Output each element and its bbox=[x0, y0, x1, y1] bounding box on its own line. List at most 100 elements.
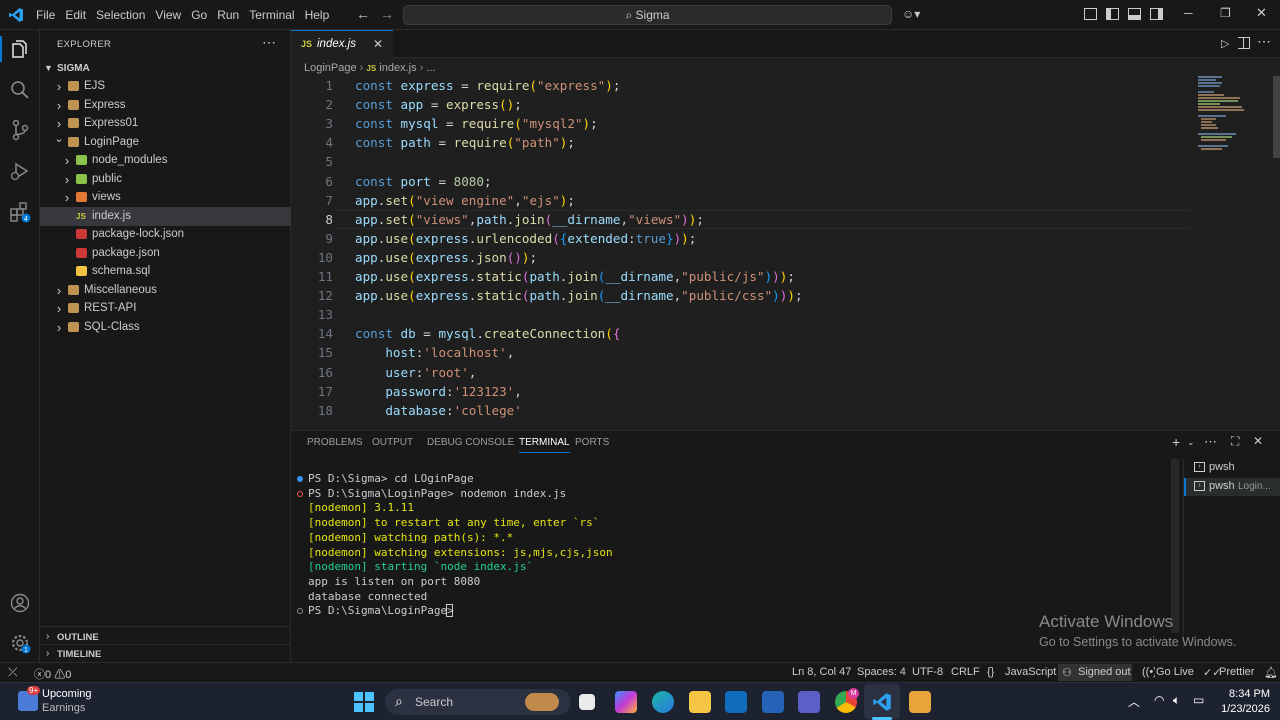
battery-icon[interactable]: ▭ bbox=[1193, 693, 1204, 707]
tab-index-js[interactable]: JS index.js ✕ bbox=[291, 30, 393, 58]
panel-tab[interactable]: OUTPUT bbox=[372, 437, 413, 448]
terminal-list-item-active[interactable]: › pwsh Login... bbox=[1184, 478, 1280, 496]
close-tab-icon[interactable]: ✕ bbox=[373, 37, 383, 51]
menu-item[interactable]: Go bbox=[186, 0, 212, 30]
command-decoration-icon[interactable] bbox=[297, 490, 303, 497]
forward-arrow-icon[interactable]: → bbox=[380, 6, 394, 22]
toggle-secondary-sidebar-icon[interactable] bbox=[1150, 8, 1163, 20]
code-line[interactable]: user:'root', bbox=[355, 365, 476, 380]
terminal-list-item[interactable]: › pwsh bbox=[1192, 460, 1280, 478]
teams-icon[interactable] bbox=[798, 691, 820, 713]
windows-start-icon[interactable] bbox=[354, 692, 374, 712]
cursor-position[interactable]: Ln 8, Col 47 bbox=[792, 666, 851, 678]
tree-item[interactable]: ⌄ LoginPage bbox=[40, 133, 291, 152]
code-line[interactable]: app.set("view engine","ejs"); bbox=[355, 193, 575, 208]
outlook-icon[interactable] bbox=[725, 691, 747, 713]
clock-date[interactable]: 1/23/2026 bbox=[1212, 703, 1270, 715]
close-panel-icon[interactable]: ✕ bbox=[1253, 434, 1263, 448]
menu-item[interactable]: Help bbox=[300, 0, 335, 30]
code-line[interactable]: host:'localhost', bbox=[355, 345, 514, 360]
extensions-icon[interactable]: 4 bbox=[9, 201, 31, 226]
tree-item[interactable]: package.json bbox=[40, 244, 291, 263]
breadcrumb-file[interactable]: index.js bbox=[379, 62, 416, 74]
breadcrumb-folder[interactable]: LoginPage bbox=[304, 62, 357, 74]
chevron-down-icon[interactable]: ⌄ bbox=[1187, 437, 1195, 448]
more-actions-icon[interactable]: ⋯ bbox=[262, 34, 276, 51]
code-line[interactable]: app.use(express.static(path.join(__dirna… bbox=[355, 288, 803, 303]
tree-item[interactable]: › node_modules bbox=[40, 151, 291, 170]
tree-item[interactable]: › public bbox=[40, 170, 291, 189]
tree-item[interactable]: › REST-API bbox=[40, 299, 291, 318]
search-sidebar-icon[interactable] bbox=[10, 80, 30, 103]
tree-item[interactable]: JS index.js bbox=[40, 206, 291, 226]
encoding[interactable]: UTF-8 bbox=[912, 666, 943, 678]
code-line[interactable]: const mysql = require("mysql2"); bbox=[355, 116, 598, 131]
copilot-icon[interactable]: ☺▾ bbox=[902, 7, 920, 21]
code-line[interactable]: app.use(express.json()); bbox=[355, 250, 537, 265]
vscode-taskbar-button[interactable] bbox=[864, 684, 900, 719]
split-editor-icon[interactable] bbox=[1238, 37, 1250, 49]
tree-item[interactable]: › EJS bbox=[40, 77, 291, 96]
media-player-icon[interactable] bbox=[909, 691, 931, 713]
terminal-scrollbar[interactable] bbox=[1171, 459, 1179, 633]
minimap[interactable] bbox=[1196, 74, 1266, 156]
code-line[interactable]: app.set("views",path.join(__dirname,"vie… bbox=[355, 212, 704, 227]
new-terminal-icon[interactable]: + bbox=[1172, 434, 1180, 450]
breadcrumb-more[interactable]: ... bbox=[426, 62, 435, 74]
edge-icon[interactable] bbox=[652, 691, 674, 713]
code-line[interactable]: const port = 8080; bbox=[355, 174, 492, 189]
tree-item[interactable]: package-lock.json bbox=[40, 225, 291, 244]
close-window-icon[interactable]: ✕ bbox=[1256, 5, 1267, 21]
code-line[interactable]: app.use(express.static(path.join(__dirna… bbox=[355, 269, 795, 284]
toggle-sidebar-icon[interactable] bbox=[1106, 8, 1119, 20]
store-icon[interactable] bbox=[762, 691, 784, 713]
file-explorer-icon[interactable] bbox=[689, 691, 711, 713]
panel-tab[interactable]: PORTS bbox=[575, 437, 609, 448]
command-decoration-icon[interactable] bbox=[297, 608, 303, 615]
notifications-bell-icon[interactable]: 🔔︎ bbox=[1264, 666, 1278, 679]
command-center-search[interactable]: ⌕ Sigma bbox=[403, 5, 892, 25]
timeline-section[interactable]: › TIMELINE bbox=[44, 648, 284, 662]
restore-icon[interactable]: ❐ bbox=[1220, 6, 1231, 20]
editor-scrollbar[interactable] bbox=[1273, 76, 1280, 158]
tree-item[interactable]: › SQL-Class bbox=[40, 318, 291, 337]
layout-icon[interactable] bbox=[1084, 8, 1097, 20]
menu-item[interactable]: Selection bbox=[91, 0, 150, 30]
prettier-button[interactable]: Prettier bbox=[1219, 666, 1254, 678]
settings-gear-icon[interactable]: 1 bbox=[10, 633, 32, 658]
run-file-icon[interactable]: ▷ bbox=[1221, 37, 1229, 50]
clock-time[interactable]: 8:34 PM bbox=[1222, 688, 1270, 700]
copilot-app-icon[interactable] bbox=[615, 691, 637, 713]
back-arrow-icon[interactable]: ← bbox=[356, 6, 370, 22]
code-line[interactable]: const db = mysql.createConnection({ bbox=[355, 326, 620, 341]
run-debug-icon[interactable] bbox=[9, 161, 31, 184]
chevron-up-icon[interactable]: ︿ bbox=[1128, 693, 1140, 710]
toggle-panel-icon[interactable] bbox=[1128, 8, 1141, 20]
language-mode[interactable]: JavaScript bbox=[1005, 666, 1056, 678]
minimize-icon[interactable]: ─ bbox=[1184, 6, 1193, 20]
taskbar-search[interactable]: ⌕ Search bbox=[385, 689, 571, 715]
volume-icon[interactable]: 🔈︎ bbox=[1173, 693, 1180, 708]
tree-item[interactable]: › Miscellaneous bbox=[40, 281, 291, 300]
menu-item[interactable]: Terminal bbox=[244, 0, 299, 30]
panel-tab[interactable]: PROBLEMS bbox=[307, 437, 363, 448]
code-line[interactable]: const express = require("express"); bbox=[355, 78, 620, 93]
explorer-icon[interactable] bbox=[10, 39, 28, 59]
widget-sub[interactable]: Earnings bbox=[42, 702, 85, 714]
signed-out-button[interactable]: ⚇ Signed out bbox=[1058, 664, 1132, 681]
menu-item[interactable]: Run bbox=[212, 0, 244, 30]
accounts-icon[interactable] bbox=[10, 593, 30, 616]
tree-item[interactable]: › views bbox=[40, 188, 291, 207]
maximize-panel-icon[interactable]: ⛶ bbox=[1231, 434, 1239, 449]
tree-item[interactable]: › Express01 bbox=[40, 114, 291, 133]
go-live-button[interactable]: Go Live bbox=[1155, 666, 1194, 678]
problems-indicator[interactable]: ⓧ0 ⚠0 bbox=[34, 666, 71, 682]
task-view-icon[interactable] bbox=[579, 694, 595, 710]
weather-widget-icon[interactable]: 9+ bbox=[18, 686, 41, 711]
source-control-icon[interactable] bbox=[10, 119, 30, 144]
code-editor[interactable]: 1 const express = require("express"); 2 con… bbox=[291, 76, 1191, 430]
panel-tab[interactable]: TERMINAL bbox=[519, 437, 570, 453]
remote-icon[interactable]: ⤫ bbox=[8, 665, 18, 680]
widget-title[interactable]: Upcoming bbox=[42, 688, 92, 700]
menu-item[interactable]: File bbox=[31, 0, 60, 30]
